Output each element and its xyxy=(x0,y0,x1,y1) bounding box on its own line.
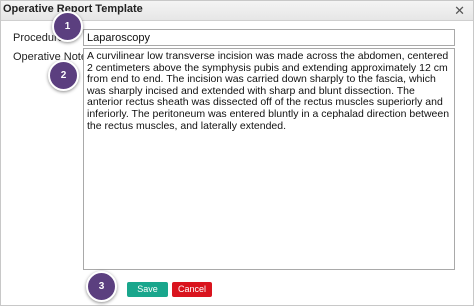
cancel-button[interactable]: Cancel xyxy=(172,282,212,297)
operative-note-textarea[interactable]: A curvilinear low transverse incision wa… xyxy=(83,48,455,270)
operative-report-dialog: Operative Report Template ✕ Procedure: O… xyxy=(0,0,474,306)
callout-badge-3: 3 xyxy=(86,271,117,302)
callout-badge-2: 2 xyxy=(48,60,79,91)
operative-note-label: Operative Note: xyxy=(13,51,91,63)
callout-badge-1: 1 xyxy=(52,11,83,42)
save-button[interactable]: Save xyxy=(127,282,168,297)
procedure-input[interactable] xyxy=(83,29,455,46)
close-icon[interactable]: ✕ xyxy=(454,4,465,17)
